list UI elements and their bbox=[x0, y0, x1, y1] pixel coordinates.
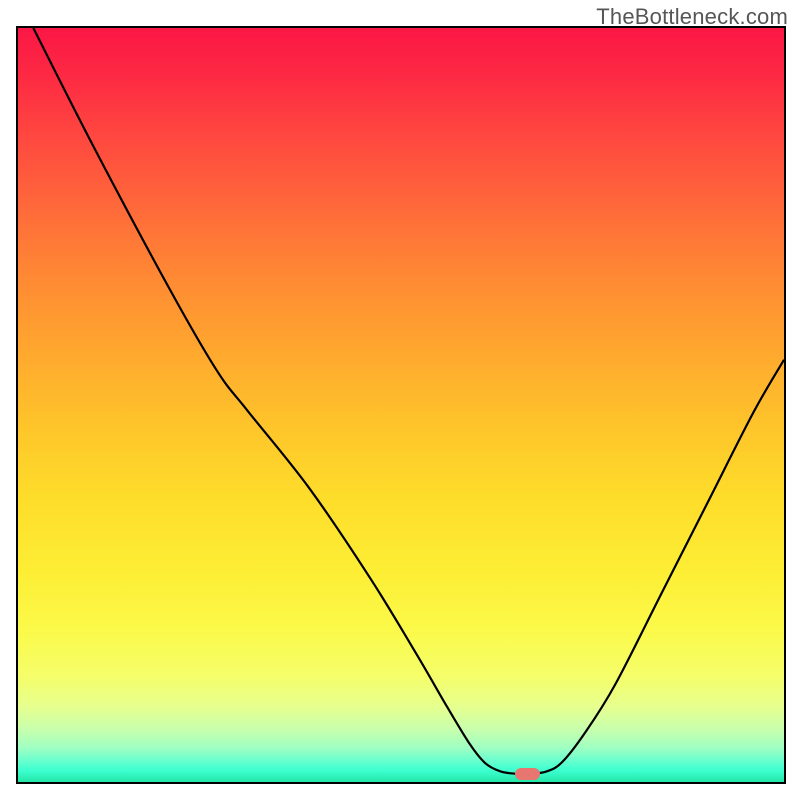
plot-area bbox=[16, 26, 786, 784]
curve-svg bbox=[18, 28, 784, 782]
optimal-point-marker bbox=[515, 768, 540, 780]
chart-container: TheBottleneck.com bbox=[0, 0, 800, 800]
bottleneck-curve bbox=[33, 28, 784, 774]
watermark-text: TheBottleneck.com bbox=[596, 4, 788, 30]
